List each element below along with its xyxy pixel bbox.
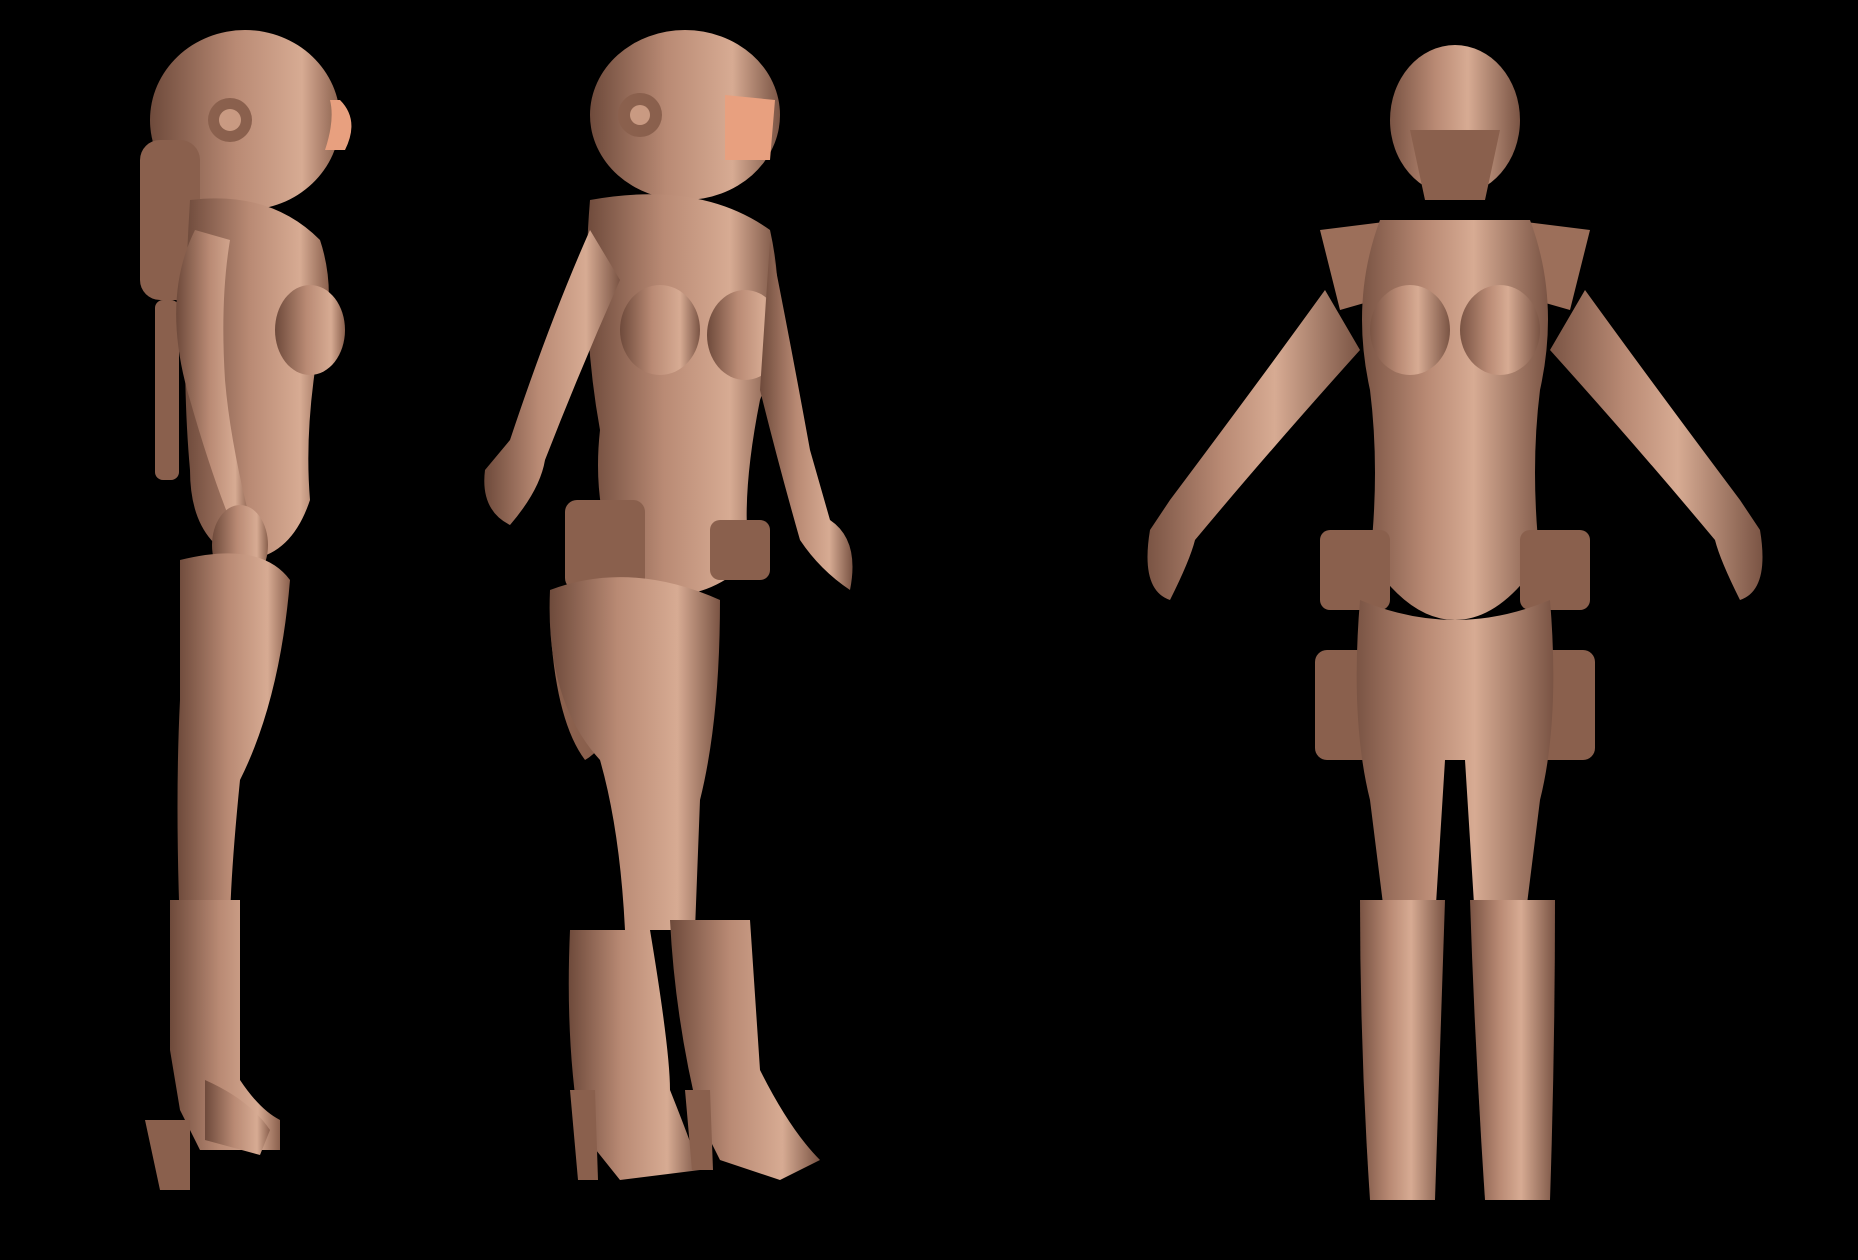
tq-visor (725, 95, 775, 160)
three-quarter-view-sculpt (470, 0, 1030, 1260)
front-legs (1356, 600, 1555, 1200)
tq-legs (549, 577, 820, 1180)
front-helmet (1390, 45, 1520, 200)
sculpt-turnaround-image (0, 0, 1858, 1260)
front-view-sculpt (1070, 0, 1830, 1260)
side-legs (145, 553, 290, 1190)
side-view-sculpt (120, 0, 440, 1260)
